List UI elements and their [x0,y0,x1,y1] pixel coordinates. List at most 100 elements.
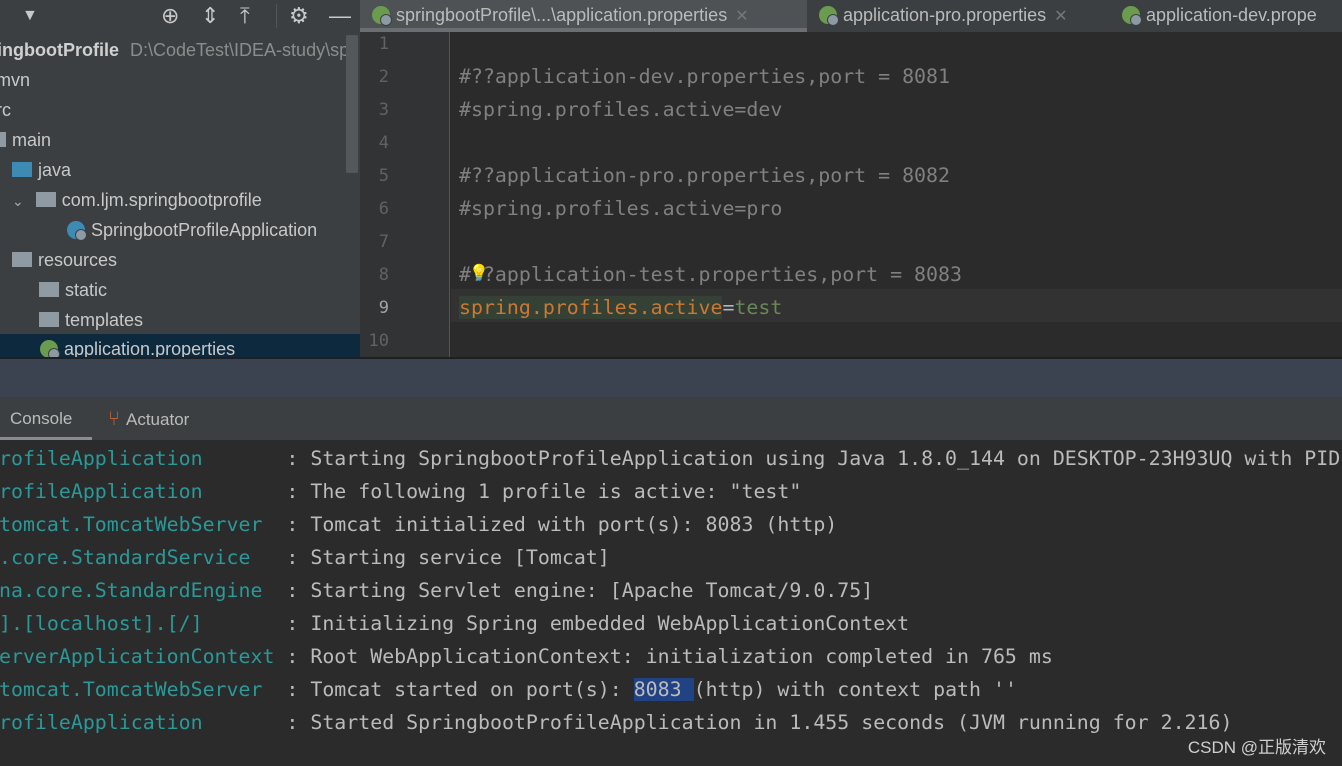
log-logger: na.core.StandardEngine [0,579,287,602]
log-logger: rofileApplication [0,711,287,734]
log-line: rofileApplication : Started SpringbootPr… [0,706,1232,739]
log-separator: : [286,447,311,470]
log-message: Starting service [Tomcat] [310,546,610,569]
tree-item-label: com.ljm.springbootprofile [61,190,262,210]
code-editor[interactable]: #??application-dev.properties,port = 808… [451,32,1342,357]
code-line: #spring.profiles.active=dev [459,98,783,121]
log-line: .core.StandardService : Starting service… [0,541,610,574]
project-panel: ▼ ⊕ ⇕ ⤒ ⚙ — ingbootProfile D:\CodeTest\I… [0,0,360,357]
spring-properties-icon [40,340,60,357]
log-separator: : [286,546,311,569]
log-message: Root WebApplicationContext: initializati… [310,645,1053,668]
log-logger: tomcat.TomcatWebServer [0,678,287,701]
line-number: 8 [378,265,389,285]
log-line: ].[localhost].[/] : Initializing Spring … [0,607,909,640]
tree-item-application-class[interactable]: SpringbootProfileApplication [67,215,317,245]
tree-item-resources[interactable]: resources [12,245,117,275]
resources-folder-icon [12,252,32,267]
locate-icon[interactable]: ⊕ [161,4,179,28]
line-number: 9 [378,298,389,318]
log-message: (http) with context path '' [693,678,1017,701]
log-separator: : [286,579,311,602]
selected-text: 8083 [633,678,694,701]
scrollbar[interactable] [346,35,358,173]
code-line: #spring.profiles.active=pro [459,197,783,220]
tab-console[interactable]: Console [0,397,93,440]
chevron-down-icon[interactable]: ⌄ [12,193,24,209]
tree-item-static[interactable]: static [39,275,107,305]
property-key: spring.profiles.active [459,296,723,319]
line-number-gutter: 1 2 3 4 5 6 7 8 9 10 [360,32,450,357]
code-line: #??application-pro.properties,port = 808… [459,164,950,187]
project-path: D:\CodeTest\IDEA-study\sp [130,40,350,60]
folder-icon [0,132,6,147]
property-value: test [734,296,783,319]
log-separator: : [286,678,311,701]
line-number: 6 [378,199,389,219]
tree-item-package[interactable]: ⌄ com.ljm.springbootprofile [12,185,262,215]
line-number: 10 [368,331,389,351]
close-icon[interactable]: ✕ [1054,8,1067,25]
expand-all-icon[interactable]: ⇕ [201,4,219,28]
tree-item-label: resources [38,250,118,270]
property-equals: = [722,296,735,319]
tree-item-label: java [38,160,72,180]
tab-label: application-dev.prope [1146,5,1317,25]
package-icon [35,192,56,207]
tab-application-properties[interactable]: springbootProfile\...\application.proper… [360,0,807,32]
tree-item-main[interactable]: main [0,125,51,155]
log-separator: : [286,513,311,536]
tree-item-application-properties[interactable]: application.properties [0,334,360,357]
log-message: Tomcat started on port(s): [310,678,634,701]
project-name: ingbootProfile [0,40,119,60]
spring-properties-icon [819,6,839,26]
code-line: spring.profiles.active=test [459,291,782,324]
log-line: tomcat.TomcatWebServer : Tomcat started … [0,673,1017,706]
tree-item-label: static [65,280,108,300]
line-number: 7 [378,232,389,252]
tree-item-src[interactable]: rc [0,95,11,125]
tree-item-label: rc [0,100,11,120]
panel-divider[interactable] [0,357,1342,397]
tree-item-label: main [12,130,52,150]
actuator-icon: ⑂ [108,408,120,430]
code-line: #??application-dev.properties,port = 808… [459,65,950,88]
tab-actuator[interactable]: ⑂ Actuator [108,397,189,440]
console-output[interactable]: rofileApplication : Starting SpringbootP… [0,440,1342,766]
collapse-all-icon[interactable]: ⤒ [240,4,250,28]
tree-item-label: SpringbootProfileApplication [91,220,318,240]
intention-bulb-icon[interactable]: 💡 [469,263,489,283]
log-line: na.core.StandardEngine : Starting Servle… [0,574,873,607]
dropdown-icon[interactable]: ▼ [22,4,38,28]
tree-item-mvn[interactable]: mvn [0,65,30,95]
run-panel-tabs: Console ⑂ Actuator [0,397,1342,440]
gear-icon[interactable]: ⚙ [289,4,309,28]
tab-application-dev-properties[interactable]: application-dev.prope [1110,0,1342,32]
log-logger: rofileApplication [0,447,287,470]
line-number: 3 [378,100,389,120]
tab-label: springbootProfile\...\application.proper… [396,5,728,25]
close-icon[interactable]: ✕ [735,8,748,25]
watermark: CSDN @正版清欢 [1187,738,1326,757]
spring-properties-icon [372,6,392,26]
log-logger: tomcat.TomcatWebServer [0,513,287,536]
tree-item-label: application.properties [64,339,236,357]
tree-root[interactable]: ingbootProfile D:\CodeTest\IDEA-study\sp [0,35,349,65]
log-message: The following 1 profile is active: "test… [310,480,802,503]
log-separator: : [286,612,311,635]
log-logger: .core.StandardService [0,546,287,569]
log-message: Tomcat initialized with port(s): 8083 (h… [310,513,838,536]
log-message: Starting SpringbootProfileApplication us… [310,447,1341,470]
minimize-icon[interactable]: — [329,4,351,28]
spring-properties-icon [1122,6,1142,26]
tree-item-java[interactable]: java [12,155,71,185]
tree-item-templates[interactable]: templates [39,305,143,335]
tab-label: Actuator [126,410,190,429]
code-line: #??application-test.properties,port = 80… [459,263,962,286]
log-line: tomcat.TomcatWebServer : Tomcat initiali… [0,508,837,541]
log-message: Initializing Spring embedded WebApplicat… [310,612,910,635]
tab-application-pro-properties[interactable]: application-pro.properties ✕ [807,0,1109,32]
line-number: 4 [378,133,389,153]
editor-tabs: springbootProfile\...\application.proper… [360,0,1342,32]
tab-label: Console [10,409,73,428]
